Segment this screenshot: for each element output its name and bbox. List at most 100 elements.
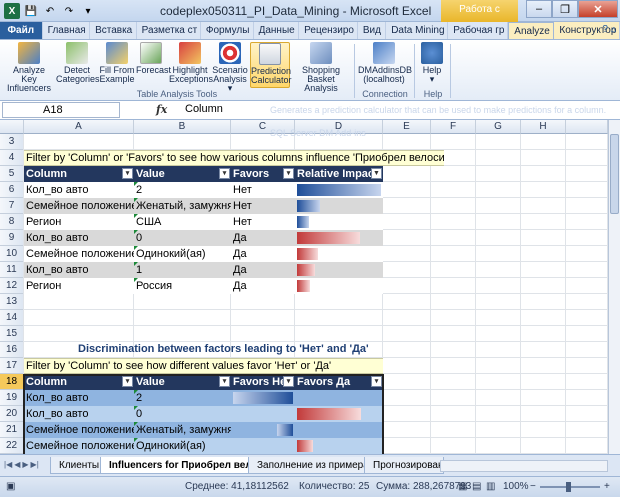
row-header[interactable]: 18 bbox=[0, 374, 24, 390]
table1-cell-favors[interactable]: Да bbox=[231, 230, 295, 246]
excel-logo-icon[interactable]: X bbox=[4, 3, 20, 19]
highlight-exceptions-button[interactable]: Highlight Exceptions bbox=[169, 42, 213, 88]
table2-cell-value[interactable]: Одинокий(ая) bbox=[134, 438, 231, 454]
filter-dropdown-icon[interactable]: ▾ bbox=[219, 376, 230, 387]
row-header[interactable]: 19 bbox=[0, 390, 24, 406]
row-header[interactable]: 17 bbox=[0, 358, 24, 374]
row-header[interactable]: 6 bbox=[0, 182, 24, 198]
table1-header-2[interactable]: Favors ▾ bbox=[231, 166, 295, 182]
row-header[interactable]: 9 bbox=[0, 230, 24, 246]
worksheet-grid[interactable]: ABCDEFGHI3456789101112131415161718192021… bbox=[0, 120, 608, 454]
zoom-in-button[interactable]: + bbox=[604, 481, 610, 492]
table2-cell-value[interactable]: 0 bbox=[134, 406, 231, 422]
row-header[interactable]: 11 bbox=[0, 262, 24, 278]
table1-cell-value[interactable]: 2 bbox=[134, 182, 231, 198]
row-header[interactable]: 14 bbox=[0, 310, 24, 326]
column-header[interactable]: A bbox=[24, 120, 134, 134]
table2-cell-column[interactable]: Семейное положение bbox=[24, 438, 134, 454]
table1-cell-value[interactable]: США bbox=[134, 214, 231, 230]
sheet-tab-fill-from-example[interactable]: Заполнение из примера bbox=[248, 457, 378, 474]
table1-header-1[interactable]: Value ▾ bbox=[134, 166, 231, 182]
table2-header-2[interactable]: Favors Нет ▾ bbox=[231, 374, 295, 390]
row-header[interactable]: 7 bbox=[0, 198, 24, 214]
formula-input[interactable]: Column bbox=[185, 103, 223, 115]
table2-header-3[interactable]: Favors Да ▾ bbox=[295, 374, 383, 390]
table1-cell-column[interactable]: Кол_во авто bbox=[24, 182, 134, 198]
table2-cell-value[interactable]: Женатый, замужняя bbox=[134, 422, 231, 438]
scenario-analysis-button[interactable]: Scenario Analysis ▾ bbox=[212, 42, 248, 93]
maximize-button[interactable]: ❐ bbox=[552, 0, 578, 18]
sheet-tab-influencers[interactable]: Influencers for Приобрел вел bbox=[100, 457, 261, 474]
detect-categories-button[interactable]: Detect Categories bbox=[56, 42, 100, 88]
first-sheet-icon[interactable]: |◀ bbox=[4, 460, 12, 469]
redo-icon[interactable]: ↷ bbox=[61, 3, 77, 19]
filter-dropdown-icon[interactable]: ▾ bbox=[122, 168, 133, 179]
table1-cell-value[interactable]: 0 bbox=[134, 230, 231, 246]
customize-qat-icon[interactable]: ▾ bbox=[80, 3, 96, 19]
zoom-slider-thumb[interactable] bbox=[566, 482, 571, 492]
tab-home[interactable]: Главная bbox=[43, 22, 91, 39]
table1-cell-favors[interactable]: Да bbox=[231, 278, 295, 294]
table2-cell-column[interactable]: Кол_во авто bbox=[24, 390, 134, 406]
column-header[interactable]: F bbox=[431, 120, 476, 134]
help-icon[interactable]: ? bbox=[602, 24, 608, 35]
connection-button[interactable]: DMAddinsDB (localhost) bbox=[358, 42, 412, 88]
row-header[interactable]: 4 bbox=[0, 150, 24, 166]
view-layout-icon[interactable]: ▤ bbox=[472, 481, 481, 492]
tab-data-mining[interactable]: Data Mining bbox=[386, 22, 449, 39]
table1-cell-column[interactable]: Семейное положение bbox=[24, 198, 134, 214]
tab-formulas[interactable]: Формулы bbox=[201, 22, 254, 39]
view-pagebreak-icon[interactable]: ▥ bbox=[486, 481, 495, 492]
minimize-button[interactable]: – bbox=[526, 0, 552, 18]
prediction-calculator-button[interactable]: Prediction Calculator bbox=[250, 42, 292, 88]
close-button[interactable]: ✕ bbox=[578, 0, 618, 18]
zoom-out-button[interactable]: − bbox=[530, 481, 536, 492]
table1-header-0[interactable]: Column ▾ bbox=[24, 166, 134, 182]
filter-dropdown-icon[interactable]: ▾ bbox=[371, 376, 382, 387]
horizontal-scrollbar[interactable] bbox=[440, 460, 608, 472]
table2-cell-column[interactable]: Кол_во авто bbox=[24, 406, 134, 422]
tab-page-layout[interactable]: Разметка ст bbox=[137, 22, 201, 39]
zoom-level[interactable]: 100% bbox=[503, 481, 529, 492]
row-header[interactable]: 21 bbox=[0, 422, 24, 438]
forecast-button[interactable]: Forecast bbox=[136, 42, 171, 88]
undo-icon[interactable]: ↶ bbox=[42, 3, 58, 19]
scrollbar-thumb[interactable] bbox=[610, 134, 619, 214]
table1-cell-favors[interactable]: Да bbox=[231, 262, 295, 278]
name-box[interactable]: A18 bbox=[2, 102, 120, 118]
column-header[interactable]: G bbox=[476, 120, 521, 134]
table1-cell-column[interactable]: Кол_во авто bbox=[24, 230, 134, 246]
filter-active-icon[interactable]: ▼ bbox=[371, 168, 382, 179]
table1-cell-column[interactable]: Кол_во авто bbox=[24, 262, 134, 278]
row-header[interactable]: 12 bbox=[0, 278, 24, 294]
column-header[interactable] bbox=[566, 120, 608, 134]
table1-cell-favors[interactable]: Нет bbox=[231, 198, 295, 214]
help-button[interactable]: Help ▾ bbox=[418, 42, 446, 88]
next-sheet-icon[interactable]: ▶ bbox=[22, 460, 28, 469]
table2-cell-column[interactable]: Семейное положение bbox=[24, 422, 134, 438]
table1-header-3[interactable]: Relative Impact ▼ bbox=[295, 166, 383, 182]
select-all-corner[interactable] bbox=[0, 120, 24, 134]
column-header[interactable]: H bbox=[521, 120, 566, 134]
tab-view[interactable]: Вид bbox=[358, 22, 387, 39]
shopping-basket-analysis-button[interactable]: Shopping Basket Analysis bbox=[292, 42, 350, 93]
table2-cell-value[interactable]: 2 bbox=[134, 390, 231, 406]
row-header[interactable]: 15 bbox=[0, 326, 24, 342]
table1-cell-column[interactable]: Семейное положение bbox=[24, 246, 134, 262]
vertical-scrollbar[interactable] bbox=[608, 120, 620, 454]
tab-workgroup[interactable]: Рабочая гр bbox=[448, 22, 509, 39]
table1-cell-column[interactable]: Регион bbox=[24, 278, 134, 294]
table2-header-1[interactable]: Value ▾ bbox=[134, 374, 231, 390]
function-icon[interactable]: fx bbox=[128, 103, 167, 116]
table1-cell-value[interactable]: 1 bbox=[134, 262, 231, 278]
view-normal-icon[interactable]: ▦ bbox=[458, 481, 467, 492]
row-header[interactable]: 8 bbox=[0, 214, 24, 230]
table1-cell-value[interactable]: Россия bbox=[134, 278, 231, 294]
row-header[interactable]: 22 bbox=[0, 438, 24, 454]
tab-data[interactable]: Данные bbox=[254, 22, 300, 39]
last-sheet-icon[interactable]: ▶| bbox=[31, 460, 39, 469]
prev-sheet-icon[interactable]: ◀ bbox=[14, 460, 20, 469]
row-header[interactable]: 16 bbox=[0, 342, 24, 358]
tab-file[interactable]: Файл bbox=[0, 22, 43, 39]
tab-analyze[interactable]: Analyze bbox=[508, 22, 555, 39]
